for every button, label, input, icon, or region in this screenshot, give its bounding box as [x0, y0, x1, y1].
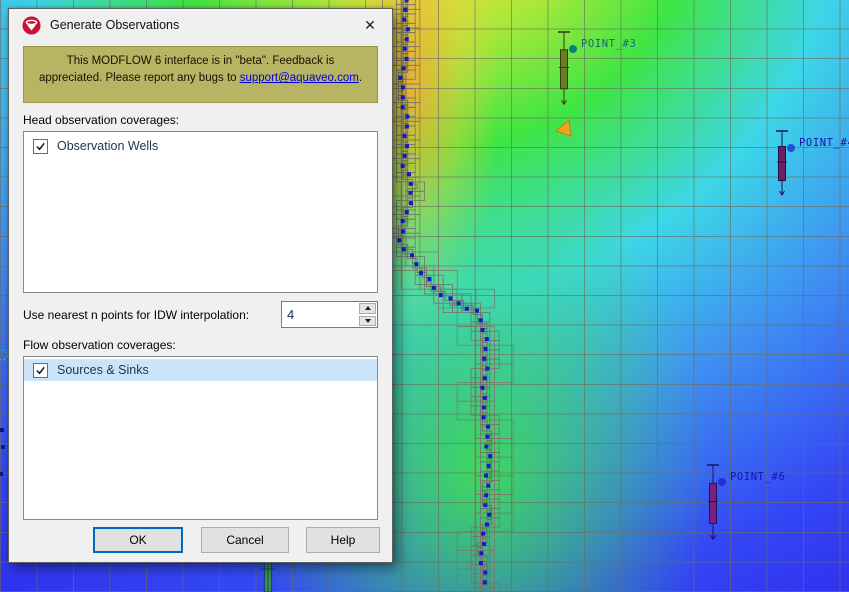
cancel-button[interactable]: Cancel — [201, 527, 289, 553]
point-dot — [569, 45, 577, 53]
head-coverages-listbox[interactable]: Observation Wells — [23, 131, 378, 293]
flow-coverages-label: Flow observation coverages: — [23, 338, 378, 352]
idw-label: Use nearest n points for IDW interpolati… — [23, 308, 249, 322]
banner-text-suffix: . — [359, 72, 362, 84]
dialog-titlebar[interactable]: Generate Observations ✕ — [9, 9, 392, 41]
edge-dot-marker — [0, 472, 3, 476]
flow-coverages-listbox[interactable]: Sources & Sinks — [23, 356, 378, 520]
checkbox-checked-icon[interactable] — [33, 139, 48, 154]
spin-down-button[interactable] — [359, 316, 376, 327]
beta-notice-banner: This MODFLOW 6 interface is in "beta". F… — [23, 46, 378, 103]
aquaveo-logo-icon — [22, 16, 41, 35]
app-screen: POINT_#3 POINT_#4 POINT_#6 Generate Observ… — [0, 0, 849, 592]
list-item-label: Observation Wells — [57, 139, 158, 153]
list-item-label: Sources & Sinks — [57, 363, 149, 377]
observation-well[interactable]: POINT_#6 — [707, 465, 785, 539]
refine-point-marker — [556, 120, 571, 136]
spin-up-button[interactable] — [359, 303, 376, 314]
idw-spinner — [359, 302, 377, 327]
observation-well[interactable]: POINT_#3 — [558, 32, 636, 104]
generate-observations-dialog: Generate Observations ✕ This MODFLOW 6 i… — [8, 8, 393, 563]
help-button[interactable]: Help — [306, 527, 380, 553]
point-label: POINT_#6 — [730, 471, 785, 483]
support-email-link[interactable]: support@aquaveo.com — [240, 72, 359, 84]
dialog-title: Generate Observations — [50, 18, 179, 32]
triangle-up-icon — [365, 306, 371, 310]
idw-spinbox — [281, 301, 378, 328]
head-coverages-label: Head observation coverages: — [23, 113, 378, 127]
list-item-sources-sinks[interactable]: Sources & Sinks — [24, 359, 377, 381]
point-dot — [787, 144, 795, 152]
point-label: POINT_#3 — [581, 38, 636, 50]
ok-button[interactable]: OK — [93, 527, 183, 553]
edge-circle-marker — [0, 350, 7, 360]
triangle-down-icon — [365, 319, 371, 323]
point-label: POINT_#4 — [799, 137, 849, 149]
idw-points-input[interactable] — [282, 302, 359, 327]
edge-dot-marker — [0, 428, 4, 432]
list-item-observation-wells[interactable]: Observation Wells — [24, 135, 377, 157]
point-dot — [718, 478, 726, 486]
dialog-buttons: OK Cancel Help — [9, 527, 392, 554]
idw-row: Use nearest n points for IDW interpolati… — [23, 301, 378, 328]
checkbox-checked-icon[interactable] — [33, 363, 48, 378]
close-icon[interactable]: ✕ — [354, 13, 386, 37]
edge-dot-marker — [1, 445, 5, 449]
observation-well[interactable]: POINT_#4 — [776, 131, 849, 195]
